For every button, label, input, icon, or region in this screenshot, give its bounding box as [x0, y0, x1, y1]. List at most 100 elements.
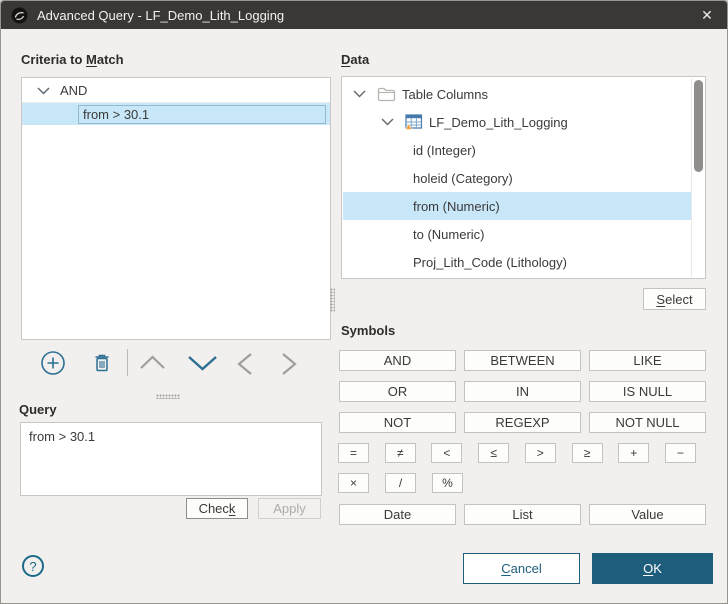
chevron-left-icon [237, 352, 253, 381]
tree-item-label: Proj_Lith_Code (Lithology) [413, 255, 567, 270]
vertical-splitter-handle[interactable] [330, 288, 335, 312]
label-part: Criteria to [21, 52, 86, 67]
tree-item-holeid[interactable]: holeid (Category) [343, 164, 692, 192]
label-part: K [653, 561, 662, 576]
check-label: Check [199, 501, 236, 516]
help-button[interactable]: ? [22, 555, 44, 577]
label-part: elect [665, 292, 692, 307]
symbol-between-button[interactable]: BETWEEN [464, 350, 581, 371]
label-part: D [341, 52, 350, 67]
move-up-button[interactable] [139, 355, 166, 375]
operator-row-2: × / % [338, 473, 463, 493]
cancel-button[interactable]: Cancel [463, 553, 580, 584]
tree-item-id[interactable]: id (Integer) [343, 136, 692, 164]
tree-scrollbar[interactable] [691, 78, 704, 277]
label-part: C [501, 561, 510, 576]
cancel-label: Cancel [501, 561, 541, 576]
delete-criteria-button[interactable] [89, 349, 115, 382]
tree-item-label: Table Columns [402, 87, 488, 102]
label-part: Chec [199, 501, 229, 516]
tree-item-label: LF_Demo_Lith_Logging [429, 115, 568, 130]
value-button[interactable]: Value [589, 504, 706, 525]
list-button[interactable]: List [464, 504, 581, 525]
move-down-button[interactable] [187, 355, 218, 376]
criteria-to-match-label: Criteria to Match [21, 52, 124, 67]
folder-icon [377, 87, 396, 102]
operator-less-than-button[interactable]: < [431, 443, 462, 463]
symbol-keyword-grid: AND BETWEEN LIKE OR IN IS NULL NOT REGEX… [339, 350, 706, 433]
criteria-root-and[interactable]: AND [22, 78, 330, 103]
tree-item-proj-lith-code[interactable]: Proj_Lith_Code (Lithology) [343, 248, 692, 276]
tree-item-label: id (Integer) [413, 143, 476, 158]
criteria-item-value[interactable]: from > 30.1 [78, 105, 326, 124]
operator-divide-button[interactable]: / [385, 473, 416, 493]
operator-greater-equal-button[interactable]: ≥ [572, 443, 603, 463]
label-part: O [643, 561, 653, 576]
operator-greater-than-button[interactable]: > [525, 443, 556, 463]
tree-item-to[interactable]: to (Numeric) [343, 220, 692, 248]
label-part: atch [97, 52, 124, 67]
check-button[interactable]: Check [186, 498, 248, 519]
chevron-down-icon[interactable] [381, 118, 394, 126]
label-part: k [229, 501, 236, 516]
operator-minus-button[interactable]: − [665, 443, 696, 463]
move-right-button[interactable] [281, 352, 297, 381]
symbol-like-button[interactable]: LIKE [589, 350, 706, 371]
plus-circle-icon [39, 349, 67, 382]
tree-item-label: to (Numeric) [413, 227, 485, 242]
operator-equals-button[interactable]: = [338, 443, 369, 463]
operator-plus-button[interactable]: + [618, 443, 649, 463]
select-button[interactable]: Select [643, 288, 706, 310]
scrollbar-thumb[interactable] [694, 80, 703, 172]
operator-less-equal-button[interactable]: ≤ [478, 443, 509, 463]
operator-multiply-button[interactable]: × [338, 473, 369, 493]
close-icon: ✕ [701, 7, 713, 24]
symbol-is-null-button[interactable]: IS NULL [589, 381, 706, 402]
title-bar: Advanced Query - LF_Demo_Lith_Logging ✕ [1, 1, 728, 29]
advanced-query-dialog: Advanced Query - LF_Demo_Lith_Logging ✕ … [0, 0, 728, 604]
date-button[interactable]: Date [339, 504, 456, 525]
criteria-root-label: AND [60, 83, 87, 98]
symbol-or-button[interactable]: OR [339, 381, 456, 402]
tree-item-lf-demo-lith-logging[interactable]: LF_Demo_Lith_Logging [343, 108, 692, 136]
label-part: ata [350, 52, 369, 67]
tree-item-label: from (Numeric) [413, 199, 500, 214]
label-part: S [656, 292, 665, 307]
chevron-down-icon[interactable] [353, 90, 366, 98]
question-icon: ? [29, 559, 36, 574]
data-tree-content: Table Columns LF_Demo_Lith_Logging [343, 80, 692, 276]
select-label: Select [656, 292, 692, 307]
symbol-not-null-button[interactable]: NOT NULL [589, 412, 706, 433]
criteria-tree: AND from > 30.1 [21, 77, 331, 340]
tree-item-table-columns[interactable]: Table Columns [343, 80, 692, 108]
operator-modulo-button[interactable]: % [432, 473, 463, 493]
dialog-title: Advanced Query - LF_Demo_Lith_Logging [37, 8, 284, 23]
label-part: ancel [511, 561, 542, 576]
chevron-right-icon [281, 352, 297, 381]
value-button-row: Date List Value [339, 504, 706, 525]
symbol-and-button[interactable]: AND [339, 350, 456, 371]
tree-item-from[interactable]: from (Numeric) [343, 192, 692, 220]
chevron-down-icon[interactable] [37, 83, 50, 98]
symbol-not-button[interactable]: NOT [339, 412, 456, 433]
query-textarea[interactable]: from > 30.1 [20, 422, 322, 496]
close-button[interactable]: ✕ [685, 1, 728, 29]
ok-button[interactable]: OK [592, 553, 713, 584]
data-tree: Table Columns LF_Demo_Lith_Logging [341, 76, 706, 279]
symbols-label: Symbols [341, 323, 395, 338]
criteria-item-from[interactable]: from > 30.1 [22, 103, 330, 125]
symbol-in-button[interactable]: IN [464, 381, 581, 402]
move-left-button[interactable] [237, 352, 253, 381]
label-part: M [86, 52, 97, 67]
apply-button[interactable]: Apply [258, 498, 321, 519]
trash-icon [89, 349, 115, 382]
query-label: Query [19, 402, 57, 417]
add-criteria-button[interactable] [39, 349, 67, 382]
table-icon [405, 114, 423, 130]
operator-row-1: = ≠ < ≤ > ≥ + − [338, 443, 696, 463]
horizontal-splitter-handle[interactable] [156, 394, 180, 399]
chevron-down-icon [187, 355, 218, 376]
tree-item-label: holeid (Category) [413, 171, 513, 186]
operator-not-equals-button[interactable]: ≠ [385, 443, 416, 463]
symbol-regexp-button[interactable]: REGEXP [464, 412, 581, 433]
